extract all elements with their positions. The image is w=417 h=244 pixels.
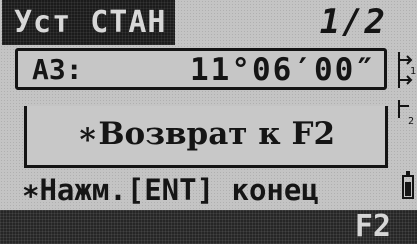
azimuth-label: АЗ: — [32, 53, 83, 86]
softkey-bar: F2 — [0, 210, 417, 244]
svg-text:1: 1 — [410, 66, 416, 77]
azimuth-value: 11°06′00″ — [190, 52, 376, 88]
enter-prompt: ∗Нажм.[ENT] конец — [22, 173, 319, 207]
screen-title: Уст СТАН — [2, 0, 175, 45]
azimuth-field[interactable]: АЗ: 11°06′00″ — [15, 48, 387, 90]
instrument-display: Уст СТАН 1/2 АЗ: 11°06′00″ 1 2 ∗Возврат … — [0, 0, 417, 244]
axis-marker-icons: 1 2 — [398, 52, 416, 127]
softkey-f2-button[interactable]: F2 — [355, 210, 391, 244]
return-message-box: ∗Возврат к F2 — [24, 106, 388, 168]
return-message: ∗Возврат к F2 — [76, 116, 336, 152]
svg-text:2: 2 — [408, 116, 414, 127]
battery-icon — [402, 171, 414, 199]
page-indicator: 1/2 — [319, 2, 387, 42]
